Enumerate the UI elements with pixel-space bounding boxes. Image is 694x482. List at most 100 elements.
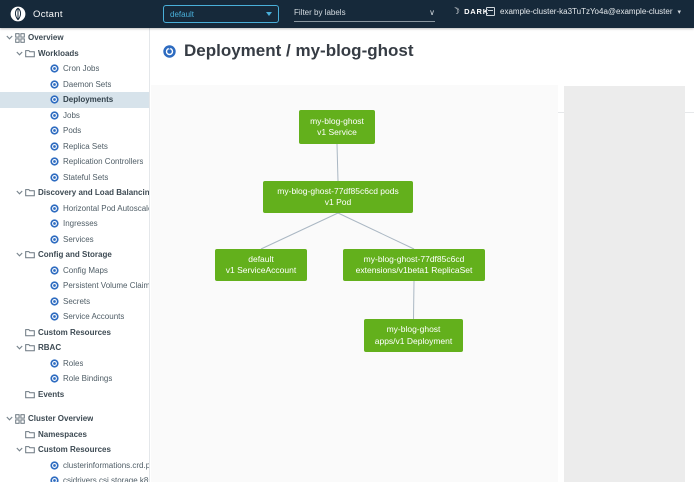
- folder-icon: [25, 343, 38, 352]
- sidebar-item-ingresses[interactable]: Ingresses: [0, 216, 149, 232]
- resource-icon: [50, 359, 63, 368]
- resource-icon: [50, 111, 63, 120]
- graph-edge-pod-serviceaccount: [261, 213, 338, 249]
- sidebar-item-secrets[interactable]: Secrets: [0, 294, 149, 310]
- chevron-down-icon[interactable]: [13, 252, 25, 257]
- sidebar-item-services[interactable]: Services: [0, 232, 149, 248]
- app-header: Octant default Filter by labels ∨ ☽ DARK…: [0, 0, 694, 28]
- sidebar-item-label: RBAC: [38, 343, 61, 352]
- resource-icon: [50, 312, 63, 321]
- resource-icon: [50, 80, 63, 89]
- sidebar-item-label: Events: [38, 390, 64, 399]
- graph-node-pod[interactable]: my-blog-ghost-77df85c6cd podsv1 Pod: [263, 181, 413, 213]
- chevron-down-icon[interactable]: [13, 190, 25, 195]
- sidebar-item-horizontal-pod-autoscalers[interactable]: Horizontal Pod Autoscalers: [0, 201, 149, 217]
- sidebar-item-workloads[interactable]: Workloads: [0, 46, 149, 62]
- graph-node-name: my-blog-ghost-77df85c6cd: [364, 254, 465, 265]
- sidebar-nav: OverviewWorkloads Cron Jobs Daemon Sets Dep…: [0, 28, 150, 482]
- chevron-down-icon: ▾: [678, 8, 682, 16]
- sidebar-item-label: Namespaces: [38, 430, 87, 439]
- sidebar-item-label: Horizontal Pod Autoscalers: [63, 204, 149, 213]
- octant-logo: Octant: [10, 6, 63, 22]
- graph-node-serviceaccount[interactable]: defaultv1 ServiceAccount: [215, 249, 307, 281]
- sidebar-item-stateful-sets[interactable]: Stateful Sets: [0, 170, 149, 186]
- chevron-down-icon[interactable]: [13, 447, 25, 452]
- sidebar-item-label: Stateful Sets: [63, 173, 108, 182]
- sidebar-item-label: Deployments: [63, 95, 113, 104]
- graph-node-service[interactable]: my-blog-ghostv1 Service: [299, 110, 375, 144]
- chevron-down-icon[interactable]: [3, 416, 15, 421]
- graph-node-kind: v1 Pod: [325, 197, 351, 208]
- resource-viewer-canvas[interactable]: my-blog-ghostv1 Service my-blog-ghost-77d…: [151, 85, 558, 482]
- chevron-down-icon[interactable]: [3, 35, 15, 40]
- sidebar-item-cron-jobs[interactable]: Cron Jobs: [0, 61, 149, 77]
- graph-node-name: my-blog-ghost: [310, 116, 364, 127]
- sidebar-item-label: Replica Sets: [63, 142, 108, 151]
- resource-icon: [50, 297, 63, 306]
- sidebar-item-label: Persistent Volume Claims: [63, 281, 149, 290]
- deployment-resource-icon: [163, 45, 176, 58]
- resource-icon: [50, 461, 63, 470]
- sidebar-item-overview[interactable]: Overview: [0, 30, 149, 46]
- sidebar-item-label: Cluster Overview: [28, 414, 93, 423]
- sidebar-item-csidrivers-csi-storage-k8s-io[interactable]: csidrivers.csi.storage.k8s.io: [0, 473, 149, 482]
- sidebar-item-service-accounts[interactable]: Service Accounts: [0, 309, 149, 325]
- page-title-row: Deployment / my-blog-ghost: [163, 41, 414, 61]
- sidebar-item-cluster-overview[interactable]: Cluster Overview: [0, 411, 149, 427]
- sidebar-item-discovery-and-load-balancing[interactable]: Discovery and Load Balancing: [0, 185, 149, 201]
- cluster-icon: [486, 7, 495, 16]
- graph-node-kind: v1 Service: [317, 127, 357, 138]
- sidebar-item-label: Custom Resources: [38, 328, 111, 337]
- sidebar-item-jobs[interactable]: Jobs: [0, 108, 149, 124]
- sidebar-item-role-bindings[interactable]: Role Bindings: [0, 371, 149, 387]
- sidebar-item-label: Config and Storage: [38, 250, 112, 259]
- sidebar-item-replication-controllers[interactable]: Replication Controllers: [0, 154, 149, 170]
- graph-node-kind: extensions/v1beta1 ReplicaSet: [356, 265, 473, 276]
- sidebar-item-label: Pods: [63, 126, 81, 135]
- folder-icon: [25, 328, 38, 337]
- sidebar-item-events[interactable]: Events: [0, 387, 149, 403]
- chevron-down-icon[interactable]: [13, 345, 25, 350]
- folder-icon: [25, 430, 38, 439]
- sidebar-item-label: Secrets: [63, 297, 90, 306]
- cluster-context-dropdown[interactable]: example-cluster-ka3TuTzYo4a@example-clus…: [486, 7, 681, 16]
- sidebar-item-custom-resources[interactable]: Custom Resources: [0, 442, 149, 458]
- resource-icon: [50, 281, 63, 290]
- resource-icon: [50, 126, 63, 135]
- sidebar-item-label: Config Maps: [63, 266, 108, 275]
- sidebar-item-label: Ingresses: [63, 219, 98, 228]
- sidebar-item-roles[interactable]: Roles: [0, 356, 149, 372]
- namespace-dropdown[interactable]: default: [163, 5, 279, 23]
- app-title: Octant: [33, 9, 63, 20]
- sidebar-item-daemon-sets[interactable]: Daemon Sets: [0, 77, 149, 93]
- dark-theme-toggle[interactable]: ☽ DARK: [452, 7, 489, 16]
- sidebar-item-label: Custom Resources: [38, 445, 111, 454]
- sidebar-item-deployments[interactable]: Deployments: [0, 92, 149, 108]
- resource-icon: [50, 142, 63, 151]
- chevron-down-icon[interactable]: [13, 51, 25, 56]
- namespace-selected-value: default: [170, 10, 194, 19]
- sidebar-item-clusterinformations-crd-projec[interactable]: clusterinformations.crd.projec: [0, 458, 149, 474]
- sidebar-item-custom-resources[interactable]: Custom Resources: [0, 325, 149, 341]
- folder-icon: [25, 49, 38, 58]
- graph-node-deployment[interactable]: my-blog-ghostapps/v1 Deployment: [364, 319, 463, 352]
- apps-icon: [15, 33, 28, 43]
- label-filter-input[interactable]: Filter by labels ∨: [294, 4, 435, 22]
- resource-icon: [50, 157, 63, 166]
- sidebar-item-label: csidrivers.csi.storage.k8s.io: [63, 476, 149, 482]
- sidebar-item-rbac[interactable]: RBAC: [0, 340, 149, 356]
- resource-icon: [50, 219, 63, 228]
- graph-node-name: default: [248, 254, 274, 265]
- sidebar-item-pods[interactable]: Pods: [0, 123, 149, 139]
- sidebar-item-label: Cron Jobs: [63, 64, 99, 73]
- sidebar-item-replica-sets[interactable]: Replica Sets: [0, 139, 149, 155]
- sidebar-item-label: Replication Controllers: [63, 157, 143, 166]
- sidebar-item-config-maps[interactable]: Config Maps: [0, 263, 149, 279]
- graph-node-replicaset[interactable]: my-blog-ghost-77df85c6cdextensions/v1bet…: [343, 249, 485, 281]
- sidebar-item-label: Services: [63, 235, 94, 244]
- sidebar-item-config-and-storage[interactable]: Config and Storage: [0, 247, 149, 263]
- sidebar-item-namespaces[interactable]: Namespaces: [0, 427, 149, 443]
- sidebar-item-persistent-volume-claims[interactable]: Persistent Volume Claims: [0, 278, 149, 294]
- folder-icon: [25, 250, 38, 259]
- page-title: Deployment / my-blog-ghost: [184, 41, 414, 61]
